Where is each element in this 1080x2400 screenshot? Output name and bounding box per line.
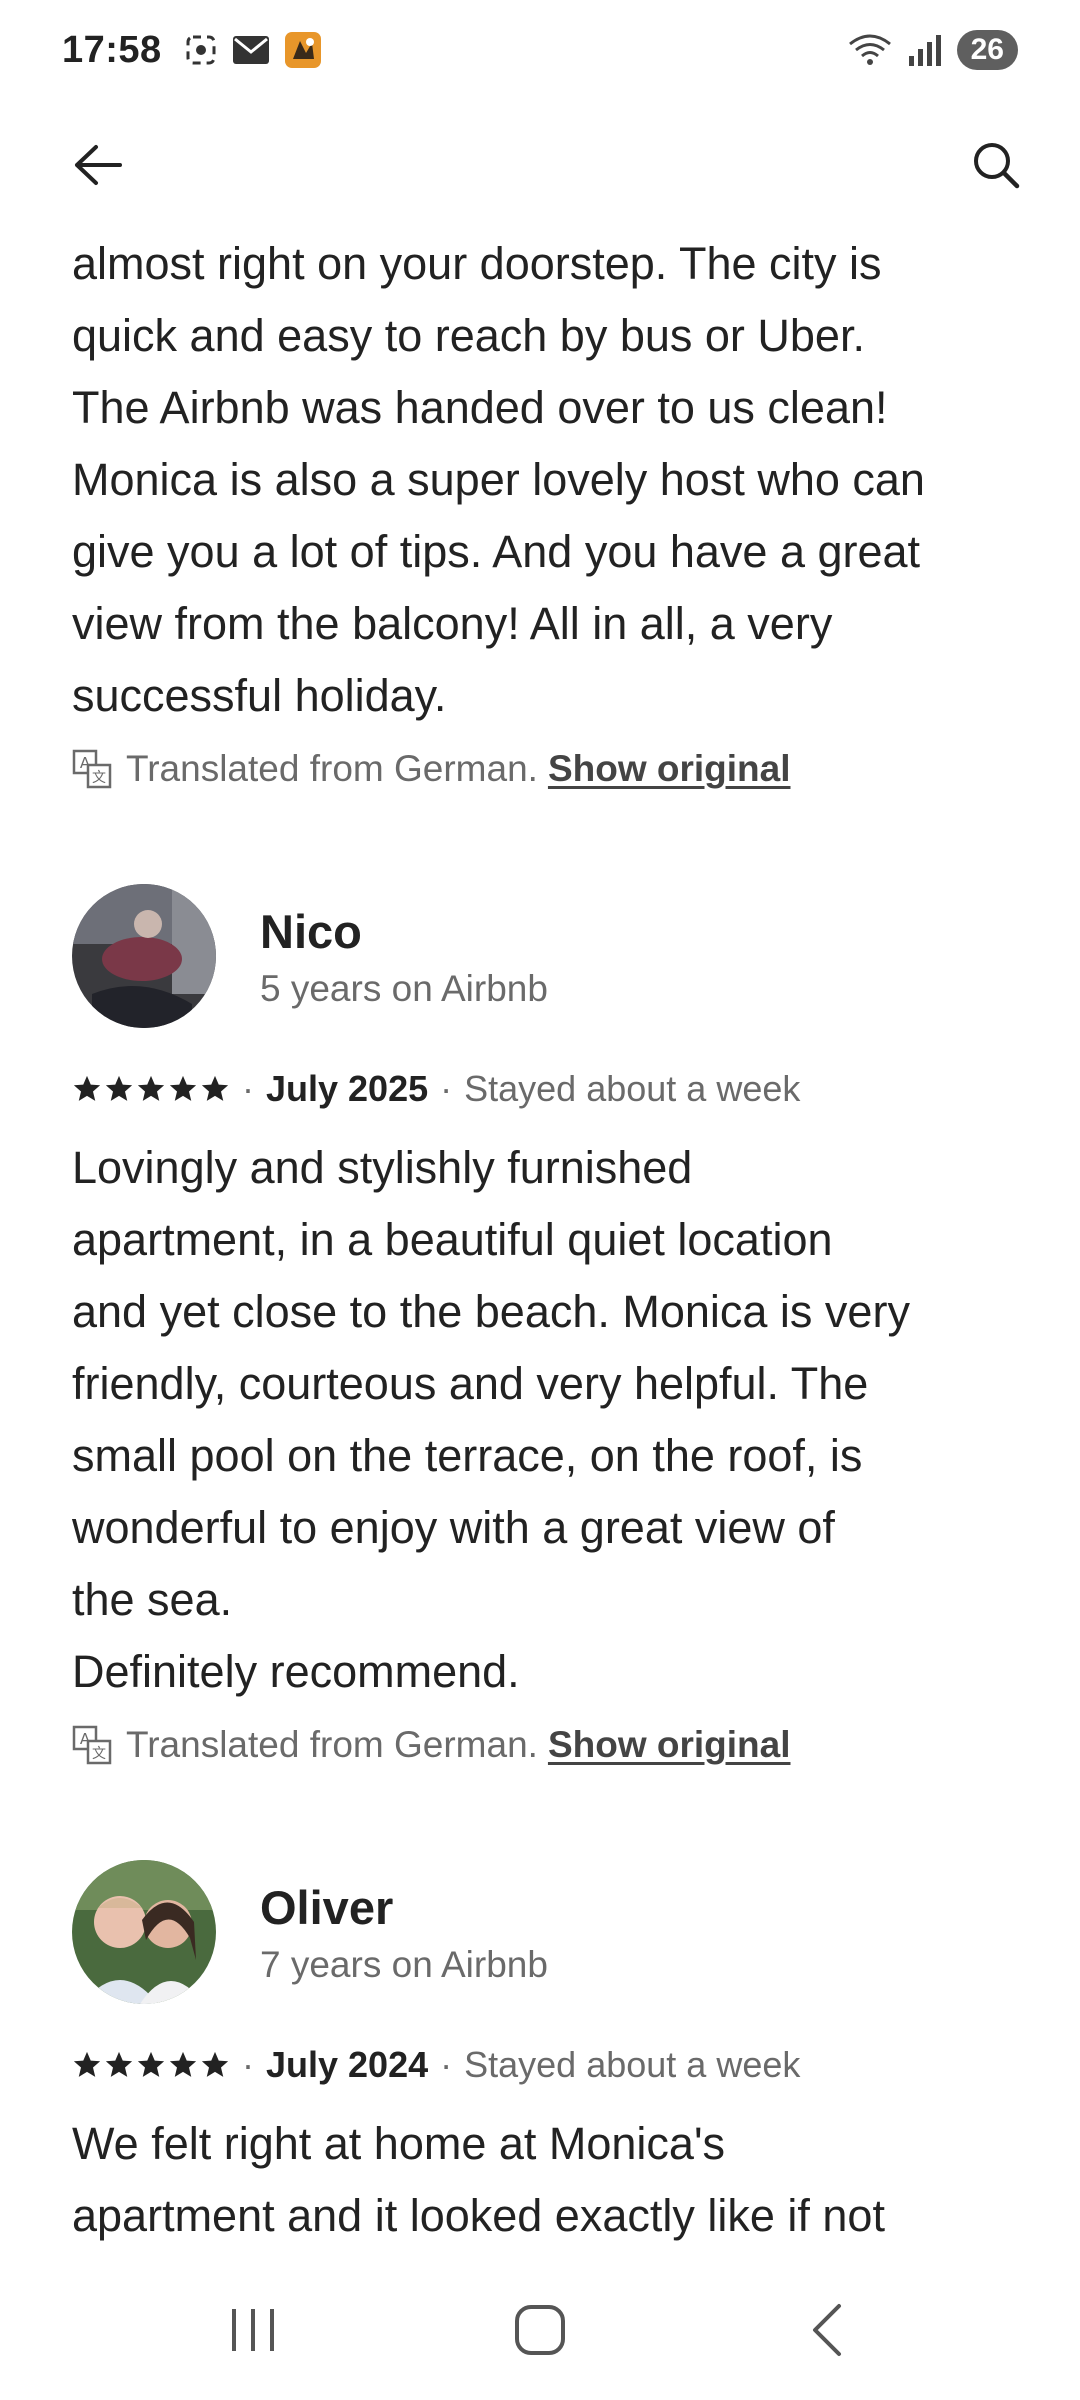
review-date: July 2024 (266, 2044, 429, 2085)
search-icon (974, 143, 1020, 189)
review-text: almost right on your doorstep. The city … (72, 238, 925, 721)
review-meta: · July 2025 · Stayed about a week (72, 1064, 1008, 1114)
review-text: Lovingly and stylishly furnished apartme… (72, 1142, 910, 1697)
separator-dot: · (440, 2044, 453, 2085)
translation-notice: A 文 Translated from German. Show origina… (72, 1724, 1008, 1766)
show-original-link[interactable]: Show original (548, 748, 791, 790)
star-icon (73, 1075, 101, 1101)
translate-icon: A 文 (72, 1725, 112, 1765)
reviewer-info: Nico 5 years on Airbnb (260, 902, 548, 1010)
recents-icon (232, 2309, 275, 2351)
svg-text:文: 文 (92, 770, 106, 786)
star-rating (72, 1074, 230, 1104)
home-icon (514, 2305, 565, 2355)
search-button[interactable] (964, 133, 1028, 197)
stay-duration: Stayed about a week (464, 1068, 801, 1109)
reviewer-tenure: 7 years on Airbnb (260, 1944, 548, 1985)
screen: 17:58 26 almost right on your doorstep. … (0, 0, 1080, 2400)
separator-dot: · (242, 2044, 254, 2085)
home-button[interactable] (495, 2285, 585, 2375)
separator-dot: · (440, 1068, 453, 1109)
status-bar: 17:58 26 (0, 0, 1080, 100)
svg-text:文: 文 (92, 1746, 106, 1762)
avatar[interactable] (72, 884, 216, 1028)
star-icon (137, 1075, 165, 1101)
back-button[interactable] (66, 133, 130, 197)
status-system-icons: 26 (847, 30, 1018, 70)
reviewer-tenure: 5 years on Airbnb (260, 968, 548, 1009)
review-item: Oliver 7 years on Airbnb · July 2024 · S… (72, 1860, 1008, 2252)
arrow-left-icon (75, 145, 122, 185)
back-nav-button[interactable] (782, 2285, 872, 2375)
signal-icon (908, 35, 941, 66)
star-icon (105, 2051, 133, 2077)
translation-notice: A 文 Translated from German. Show origina… (72, 748, 1008, 790)
reviewer-header[interactable]: Nico 5 years on Airbnb (72, 884, 1008, 1028)
translated-label: Translated from German. (126, 748, 538, 789)
mail-icon (232, 36, 269, 64)
reviewer-name: Nico (260, 905, 362, 958)
battery-indicator: 26 (956, 30, 1018, 70)
app-bar (0, 100, 1080, 230)
avatar[interactable] (72, 1860, 216, 2004)
star-icon (73, 2051, 101, 2077)
review-item: almost right on your doorstep. The city … (72, 228, 1008, 790)
translated-label: Translated from German. (126, 1724, 538, 1765)
star-icon (201, 2051, 229, 2077)
app-notification-icon (284, 32, 321, 68)
stay-duration: Stayed about a week (464, 2044, 801, 2085)
reviews-list[interactable]: almost right on your doorstep. The city … (0, 228, 1080, 2258)
reviewer-header[interactable]: Oliver 7 years on Airbnb (72, 1860, 1008, 2004)
review-text: We felt right at home at Monica's apartm… (72, 2118, 885, 2241)
screenshot-icon (186, 35, 216, 65)
recents-button[interactable] (208, 2285, 298, 2375)
show-original-link[interactable]: Show original (548, 1724, 791, 1766)
star-icon (169, 2051, 197, 2077)
system-nav-bar (0, 2260, 1080, 2400)
status-notification-icons (184, 31, 322, 69)
review-date: July 2025 (266, 1068, 429, 1109)
star-icon (201, 1075, 229, 1101)
star-icon (137, 2051, 165, 2077)
review-meta: · July 2024 · Stayed about a week (72, 2040, 1008, 2090)
reviewer-name: Oliver (260, 1881, 394, 1934)
star-icon (169, 1075, 197, 1101)
separator-dot: · (242, 1068, 254, 1109)
review-item: Nico 5 years on Airbnb · July 2025 · Sta… (72, 884, 1008, 1766)
wifi-icon (848, 34, 891, 65)
star-rating (72, 2050, 230, 2080)
status-time: 17:58 (62, 28, 162, 71)
chevron-left-icon (812, 2304, 841, 2356)
reviewer-info: Oliver 7 years on Airbnb (260, 1878, 548, 1986)
star-icon (105, 1075, 133, 1101)
translate-icon: A 文 (72, 749, 112, 789)
